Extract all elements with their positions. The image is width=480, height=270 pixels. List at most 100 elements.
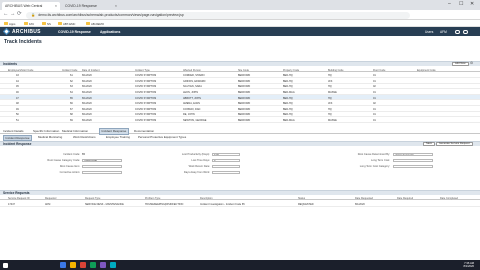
- bookmark-item[interactable]: ABT-EMC: [58, 22, 75, 26]
- tab-detail[interactable]: Specific Information: [33, 129, 59, 133]
- save-button[interactable]: Save: [423, 141, 435, 146]
- bookmark-item[interactable]: Apps: [4, 22, 15, 26]
- lost-time-days-input[interactable]: 0: [212, 158, 240, 163]
- table-cell: 66: [70, 102, 73, 106]
- table-cell: COVID SYMPTOM: [135, 91, 157, 94]
- add-new-button[interactable]: Add New: [452, 61, 469, 66]
- tab-sub[interactable]: Employee Training: [106, 135, 130, 139]
- work-return-date-input[interactable]: [212, 164, 240, 169]
- table-cell: AFM: [45, 203, 51, 207]
- table-cell: REQUESTED: [298, 203, 314, 207]
- nav-covid-response[interactable]: COVID-19 Response: [58, 30, 91, 34]
- column-header[interactable]: Incident Type: [135, 69, 150, 72]
- url-input[interactable]: 🔒 demo.tls.archibus.com/archibus/schema/…: [26, 11, 410, 19]
- tab-detail[interactable]: Documentation: [134, 129, 154, 133]
- back-icon[interactable]: ←: [3, 11, 9, 17]
- nav-applications[interactable]: Applications: [100, 30, 120, 34]
- root-cause-category-input[interactable]: UNKNOWN: [82, 158, 122, 163]
- column-header[interactable]: Employee/Visitor Code: [8, 69, 33, 72]
- user-icon[interactable]: [463, 29, 468, 34]
- table-cell: 46: [16, 91, 19, 94]
- users-menu[interactable]: Users: [425, 30, 433, 34]
- column-header[interactable]: Incident Code: [62, 69, 77, 72]
- bookmark-item[interactable]: FAV: [24, 22, 34, 26]
- service-requests-title: Service Requests: [3, 190, 30, 195]
- column-header[interactable]: Service Request ID: [8, 197, 30, 200]
- page-title: Track Incidents: [4, 38, 42, 45]
- column-header[interactable]: Date Requested: [355, 197, 373, 200]
- column-header[interactable]: Description: [200, 197, 213, 200]
- role-menu[interactable]: AFM: [440, 30, 447, 34]
- lost-productivity-input[interactable]: 0.00: [212, 152, 240, 157]
- table-cell: SERVICE DESK - MAINTENANCE: [85, 203, 124, 207]
- archibus-logo[interactable]: ARCHIBUS: [2, 27, 41, 36]
- help-icon[interactable]: [455, 29, 460, 34]
- column-header[interactable]: Problem Type: [145, 197, 160, 200]
- table-cell: LEON, JOHN: [183, 91, 199, 94]
- close-icon[interactable]: ×: [115, 4, 117, 8]
- root-cause-category-label: Root Cause Category Code:: [47, 159, 80, 162]
- minimize-icon[interactable]: –: [448, 1, 451, 7]
- column-header[interactable]: Equipment Code: [417, 69, 436, 72]
- forward-icon[interactable]: →: [10, 11, 16, 17]
- table-cell: 49: [16, 107, 19, 111]
- corrective-action-input[interactable]: [82, 170, 122, 175]
- reload-icon[interactable]: ⟳: [17, 11, 22, 17]
- tab-detail[interactable]: Incident Details: [3, 129, 24, 133]
- maximize-icon[interactable]: ☐: [459, 1, 463, 7]
- bookmark-icon: [58, 21, 62, 26]
- column-header[interactable]: Property Code: [283, 69, 299, 72]
- column-header[interactable]: Date of Incident: [82, 69, 100, 72]
- taskbar-app-icon[interactable]: [100, 262, 106, 268]
- column-header[interactable]: Requestor: [45, 197, 57, 200]
- bookmark-item[interactable]: NS: [42, 22, 51, 26]
- table-cell: COVID SYMPTOM: [135, 102, 157, 106]
- table-cell: 63: [70, 85, 73, 89]
- settings-icon[interactable]: ⚙: [470, 61, 473, 65]
- root-cause-item-label: Root Cause Item:: [59, 165, 80, 168]
- column-header[interactable]: Request Type: [85, 197, 100, 200]
- taskbar-app-icon[interactable]: [60, 262, 66, 268]
- column-header[interactable]: Building Code: [328, 69, 344, 72]
- days-away-input[interactable]: [212, 170, 240, 175]
- root-cause-determined-input[interactable]: [393, 152, 433, 157]
- table-cell: 69: [70, 119, 73, 122]
- table-cell: BED-MAG: [283, 91, 295, 94]
- response-title: Incident Response: [3, 141, 32, 146]
- table-cell: 8/1/2020: [82, 91, 92, 94]
- table-cell: CORDER, SHAWN: [183, 74, 205, 78]
- column-header[interactable]: Date Completed: [440, 197, 458, 200]
- windows-start-icon[interactable]: [3, 262, 8, 268]
- table-cell: 68: [70, 113, 73, 117]
- table-cell: 01: [373, 96, 376, 100]
- column-header[interactable]: Status: [298, 197, 305, 200]
- column-header[interactable]: Site Code: [238, 69, 249, 72]
- browser-tab-active[interactable]: ARCHIBUS Web Central ×: [2, 2, 60, 10]
- root-cause-item-input[interactable]: [82, 164, 122, 169]
- tab-sub[interactable]: Medical Monitoring: [38, 135, 62, 139]
- table-cell: 01: [373, 119, 376, 122]
- days-away-label: Days Away from Work:: [183, 171, 210, 174]
- logo-icon: [2, 27, 11, 36]
- generate-service-request-button[interactable]: Generate Service Request: [436, 141, 473, 146]
- column-header[interactable]: Affected Person: [183, 69, 201, 72]
- column-header[interactable]: Floor Code: [373, 69, 385, 72]
- taskbar-app-icon[interactable]: [90, 262, 96, 268]
- column-header[interactable]: Date Required: [397, 197, 413, 200]
- taskbar-app-icon[interactable]: [70, 262, 76, 268]
- long-term-cost-category-input[interactable]: [393, 164, 433, 169]
- taskbar-app-icon[interactable]: [80, 262, 86, 268]
- table-cell: NGUYEN, SARA: [183, 85, 202, 89]
- incident-code-value: 65: [82, 153, 85, 156]
- tab-detail[interactable]: Medical Information: [62, 129, 88, 133]
- tab-sub[interactable]: Personal Protective Equipment Types: [138, 135, 186, 139]
- bookmark-item[interactable]: AB-DEMO: [86, 22, 104, 26]
- taskbar-app-icon[interactable]: [110, 262, 116, 268]
- window-close-icon[interactable]: ✕: [470, 1, 474, 7]
- long-term-cost-input[interactable]: [393, 158, 433, 163]
- close-icon[interactable]: ×: [55, 4, 57, 8]
- browser-tab[interactable]: COVID-19 Response ×: [62, 2, 120, 10]
- table-cell: HQ: [328, 96, 332, 100]
- table-cell: HQ: [328, 85, 332, 89]
- tab-sub[interactable]: Work Restrictions: [73, 135, 96, 139]
